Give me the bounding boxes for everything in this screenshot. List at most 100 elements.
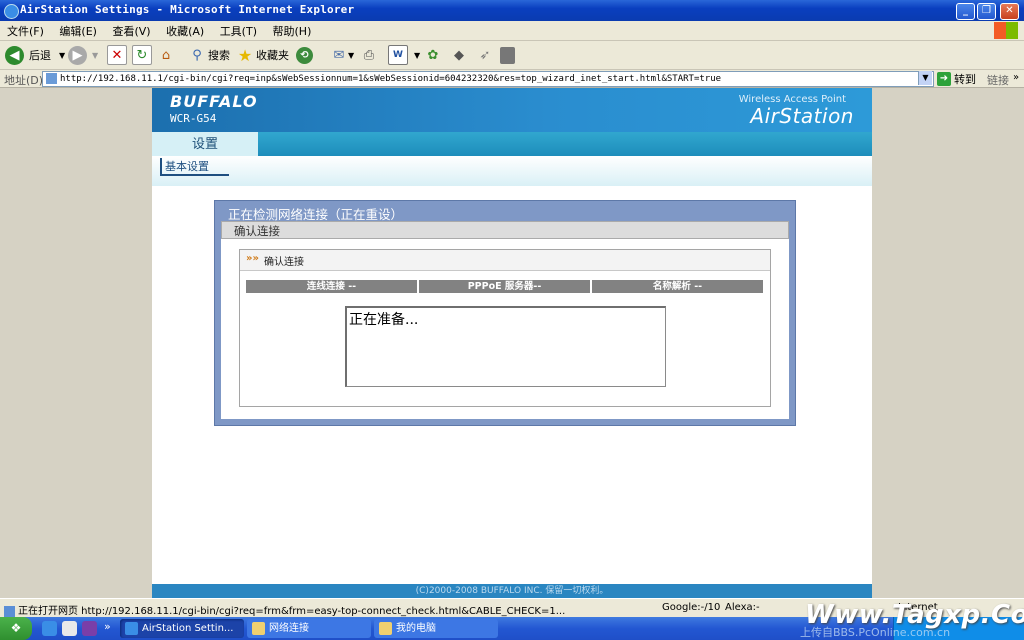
check-box-header: »» 确认连接 xyxy=(240,250,770,271)
links-button[interactable]: 链接 xyxy=(987,72,1009,88)
search-icon: ⚲ xyxy=(192,47,202,63)
menu-file[interactable]: 文件(F) xyxy=(2,21,49,41)
windows-logo-icon xyxy=(994,22,1018,39)
task-network-connections[interactable]: 网络连接 xyxy=(247,619,371,638)
panel-subtitle-bar: 确认连接 xyxy=(221,221,789,239)
links-chevron-icon[interactable]: » xyxy=(1013,72,1019,83)
bluetooth-button[interactable]: ➶ xyxy=(476,44,494,66)
menu-view[interactable]: 查看(V) xyxy=(107,21,155,41)
task-folder-icon xyxy=(252,622,265,635)
back-dropdown-icon[interactable]: ▼ xyxy=(59,51,65,60)
status-textarea[interactable]: 正在准备... xyxy=(345,306,666,387)
tab-row: 设置 xyxy=(152,132,872,158)
stop-icon: ✕ xyxy=(107,45,127,65)
edit-button[interactable]: W ▼ xyxy=(388,44,420,66)
sub-nav-basic-settings[interactable]: 基本设置 xyxy=(160,158,229,176)
address-label: 地址(D) xyxy=(4,74,44,87)
minimize-button[interactable]: _ xyxy=(956,3,975,20)
check-box-title: 确认连接 xyxy=(264,257,304,268)
print-icon: ⎙ xyxy=(363,47,375,63)
edit-dropdown-icon[interactable]: ▼ xyxy=(414,51,420,60)
history-button[interactable]: ⟲ xyxy=(296,44,313,66)
go-button[interactable]: ➜ 转到 xyxy=(937,71,976,87)
status-text: 正在准备... xyxy=(349,312,419,328)
favorites-button[interactable]: ★ 收藏夹 xyxy=(236,44,289,66)
connection-check-panel: 正在检测网络连接（正在重设） 确认连接 »» 确认连接 连线连接 -- PPPo… xyxy=(214,200,796,426)
menu-tools[interactable]: 工具(T) xyxy=(215,21,262,41)
status-message-text: 正在打开网页 http://192.168.11.1/cgi-bin/cgi?r… xyxy=(18,606,566,617)
check-box: »» 确认连接 连线连接 -- PPPoE 服务器-- 名称解析 -- 正在准备… xyxy=(239,249,771,407)
quicklaunch-desktop-icon[interactable] xyxy=(62,621,77,636)
task-computer-label: 我的电脑 xyxy=(396,623,436,634)
back-button[interactable]: ◀ 后退 ▼ xyxy=(5,44,65,66)
favorites-label: 收藏夹 xyxy=(256,49,289,62)
page-header: BUFFALO WCR-G54 Wireless Access Point Ai… xyxy=(152,88,872,132)
page-icon xyxy=(46,73,57,84)
buffalo-logo: BUFFALO xyxy=(170,92,258,111)
task-ie-icon xyxy=(125,622,138,635)
messenger-icon: ✿ xyxy=(427,47,439,63)
ie-icon xyxy=(4,4,19,19)
model-name: WCR-G54 xyxy=(170,112,217,125)
word-icon: W xyxy=(388,45,408,65)
home-button[interactable]: ⌂ xyxy=(157,44,175,66)
start-button[interactable]: ❖ xyxy=(0,617,32,640)
address-input[interactable]: http://192.168.11.1/cgi-bin/cgi?req=inp&… xyxy=(42,71,934,87)
mail-dropdown-icon[interactable]: ▼ xyxy=(348,51,354,60)
double-arrow-icon: »» xyxy=(246,253,259,264)
task-airstation[interactable]: AirStation Settin... xyxy=(120,619,244,638)
go-arrow-icon: ➜ xyxy=(937,72,951,86)
forward-arrow-icon: ▶ xyxy=(68,45,87,65)
feather-icon: ➶ xyxy=(479,47,491,63)
back-arrow-icon: ◀ xyxy=(5,45,24,65)
panel-body: »» 确认连接 连线连接 -- PPPoE 服务器-- 名称解析 -- 正在准备… xyxy=(221,239,789,419)
search-label: 搜索 xyxy=(208,49,230,62)
browser-viewport: BUFFALO WCR-G54 Wireless Access Point Ai… xyxy=(0,88,1024,598)
column-pppoe-server: PPPoE 服务器-- xyxy=(419,280,590,293)
messenger-button[interactable]: ✿ xyxy=(424,44,442,66)
notes-button[interactable] xyxy=(500,44,515,66)
quicklaunch-ie-icon[interactable] xyxy=(42,621,57,636)
task-network-label: 网络连接 xyxy=(269,623,309,634)
stop-button[interactable]: ✕ xyxy=(107,44,127,66)
forward-button[interactable]: ▶ ▼ xyxy=(68,44,98,66)
go-label: 转到 xyxy=(954,73,976,86)
address-dropdown-icon[interactable]: ▼ xyxy=(918,71,932,85)
status-message: 正在打开网页 http://192.168.11.1/cgi-bin/cgi?r… xyxy=(4,602,565,617)
close-button[interactable]: ✕ xyxy=(1000,3,1019,20)
notes-icon xyxy=(500,46,515,64)
panel-subtitle: 确认连接 xyxy=(234,224,280,238)
quicklaunch-chevron-icon[interactable]: » xyxy=(104,620,111,633)
mail-button[interactable]: ✉ ▼ xyxy=(330,44,355,66)
address-bar: 地址(D) http://192.168.11.1/cgi-bin/cgi?re… xyxy=(0,70,1024,88)
sub-nav: 基本设置 xyxy=(152,156,872,186)
tab-settings[interactable]: 设置 xyxy=(152,132,258,158)
quicklaunch-media-icon[interactable] xyxy=(82,621,97,636)
task-folder-icon xyxy=(379,622,392,635)
loading-page-icon xyxy=(4,605,15,617)
history-icon: ⟲ xyxy=(296,46,313,64)
research-button[interactable]: ◆ xyxy=(450,44,468,66)
home-icon: ⌂ xyxy=(161,47,171,63)
forward-dropdown-icon[interactable]: ▼ xyxy=(92,51,98,60)
column-name-resolution: 名称解析 -- xyxy=(592,280,763,293)
refresh-button[interactable]: ↻ xyxy=(132,44,152,66)
research-icon: ◆ xyxy=(454,47,464,63)
window-title: AirStation Settings - Microsoft Internet… xyxy=(20,3,355,16)
refresh-icon: ↻ xyxy=(132,45,152,65)
restore-button[interactable]: ❐ xyxy=(977,3,996,20)
menu-help[interactable]: 帮助(H) xyxy=(268,21,317,41)
menu-favorites[interactable]: 收藏(A) xyxy=(161,21,209,41)
mail-icon: ✉ xyxy=(333,47,345,63)
menu-edit[interactable]: 编辑(E) xyxy=(54,21,102,41)
web-page: BUFFALO WCR-G54 Wireless Access Point Ai… xyxy=(152,88,872,598)
task-my-computer[interactable]: 我的电脑 xyxy=(374,619,498,638)
toolbar: ◀ 后退 ▼ ▶ ▼ ✕ ↻ ⌂ ⚲ 搜索 ★ 收藏夹 ⟲ ✉ ▼ ⎙ W ▼ … xyxy=(0,41,1024,70)
search-button[interactable]: ⚲ 搜索 xyxy=(188,44,230,66)
task-airstation-label: AirStation Settin... xyxy=(142,623,234,634)
star-icon: ★ xyxy=(237,45,253,65)
airstation-logo: AirStation xyxy=(750,104,854,128)
print-button[interactable]: ⎙ xyxy=(360,44,378,66)
alexa-rank: Alexa:- xyxy=(725,602,760,613)
google-pagerank: Google:-/10 xyxy=(662,602,721,613)
